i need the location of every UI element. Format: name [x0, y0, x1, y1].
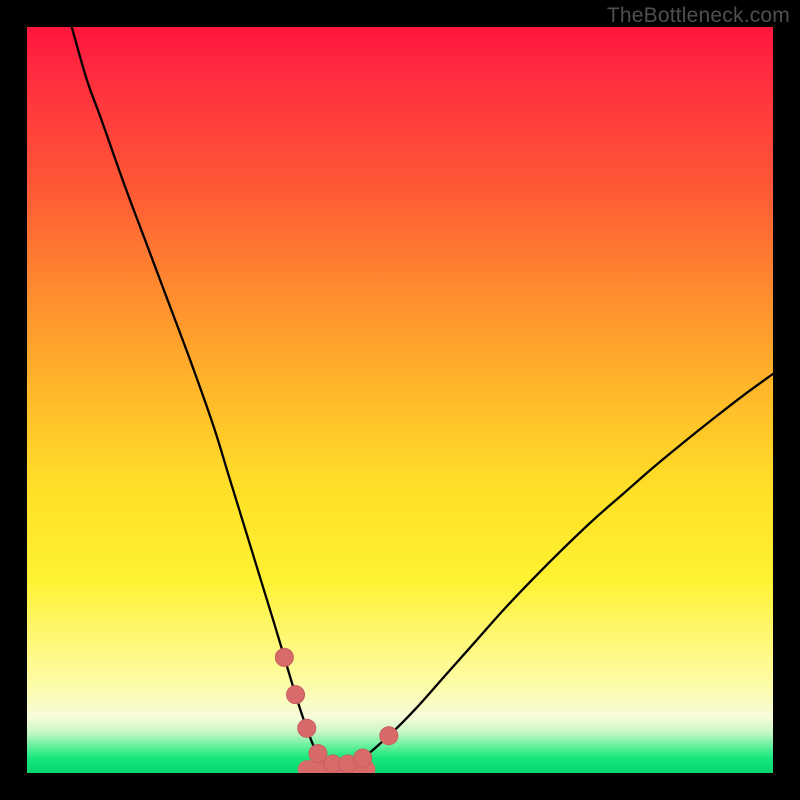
curve-markers	[27, 27, 773, 773]
curve-marker-dot	[309, 745, 327, 763]
curve-marker-dot	[287, 686, 305, 704]
curve-marker-dot	[298, 719, 316, 737]
curve-marker-dot	[275, 648, 293, 666]
watermark-text: TheBottleneck.com	[607, 4, 790, 28]
chart-root: TheBottleneck.com	[0, 0, 800, 800]
plot-area	[27, 27, 773, 773]
curve-marker-dot	[380, 727, 398, 745]
curve-marker-dot	[354, 749, 372, 767]
